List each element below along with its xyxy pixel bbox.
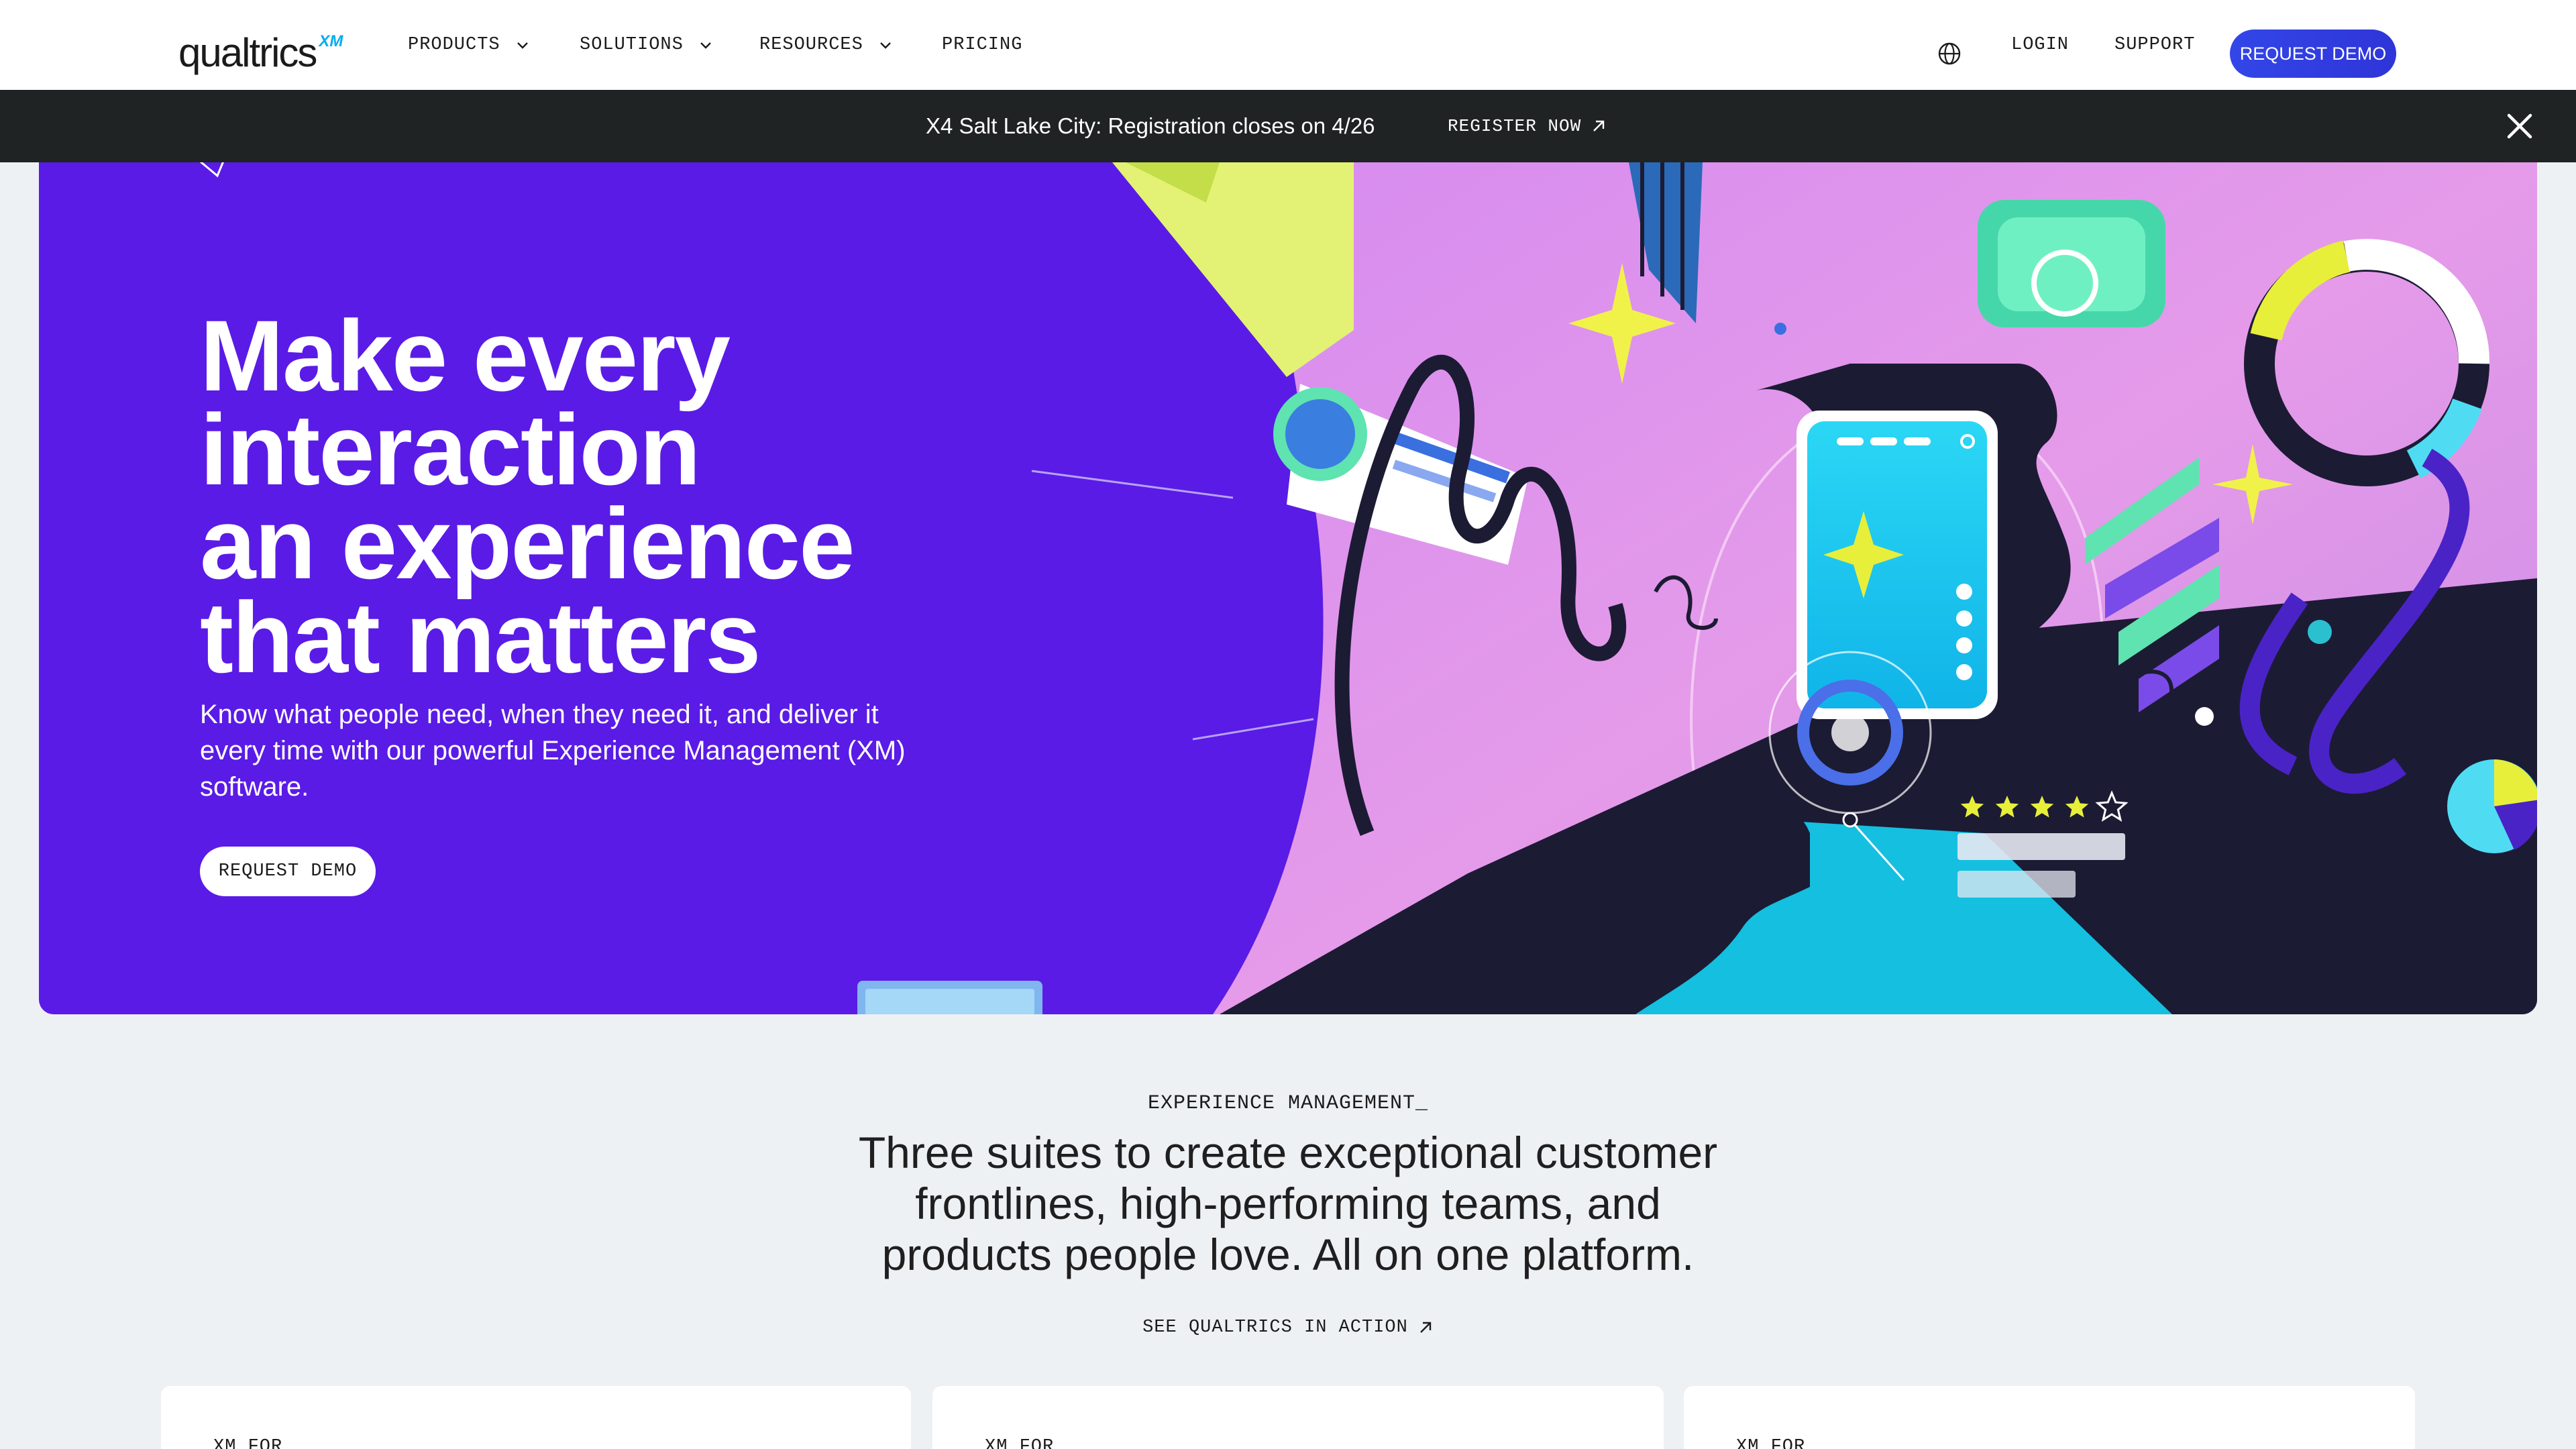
logo-xm-superscript: XM (319, 32, 343, 50)
suite-card-label: XM FOR (213, 1437, 283, 1449)
hero-banner: Make every interaction an experience tha… (39, 162, 2537, 1014)
suite-card-label: XM FOR (1736, 1437, 1806, 1449)
top-navigation: qualtrics XM PRODUCTS SOLUTIONS RESOURCE… (0, 0, 2576, 90)
suite-card-2[interactable]: XM FOR (932, 1386, 1664, 1449)
hero-subtitle: Know what people need, when they need it… (200, 700, 906, 802)
hero-title: Make every interaction an experience tha… (200, 299, 1072, 694)
arrow-up-right-icon (1593, 120, 1605, 131)
qualtrics-logo[interactable]: qualtrics XM (178, 30, 343, 76)
hero-title-line-3: an experience (200, 487, 855, 600)
nav-products[interactable]: PRODUCTS (408, 0, 530, 90)
suite-card-1[interactable]: XM FOR (161, 1386, 911, 1449)
nav-support[interactable]: SUPPORT (2114, 0, 2195, 90)
chevron-down-icon (700, 42, 711, 49)
globe-icon[interactable] (1937, 42, 1962, 66)
see-qualtrics-label: SEE QUALTRICS IN ACTION (1142, 1318, 1408, 1338)
close-icon[interactable] (2505, 111, 2534, 141)
register-now-link[interactable]: REGISTER NOW (1448, 90, 1607, 162)
request-demo-button[interactable]: REQUEST DEMO (2230, 30, 2396, 78)
arrow-up-right-icon (1419, 1322, 1432, 1333)
announcement-bar: X4 Salt Lake City: Registration closes o… (0, 90, 2576, 162)
nav-solutions[interactable]: SOLUTIONS (580, 0, 713, 90)
see-qualtrics-link[interactable]: SEE QUALTRICS IN ACTION (0, 1318, 2576, 1338)
nav-solutions-label: SOLUTIONS (580, 35, 684, 55)
hero-title-line-1: Make every (200, 299, 731, 412)
nav-products-label: PRODUCTS (408, 35, 500, 55)
section-eyebrow: EXPERIENCE MANAGEMENT_ (1147, 1092, 1429, 1115)
chevron-down-icon (879, 42, 891, 49)
nav-pricing-label: PRICING (942, 35, 1023, 55)
hero-title-line-4: that matters (200, 581, 761, 694)
nav-resources[interactable]: RESOURCES (759, 0, 893, 90)
chevron-down-icon (517, 42, 528, 49)
nav-pricing[interactable]: PRICING (942, 0, 1022, 90)
logo-wordmark: qualtrics (178, 30, 317, 75)
hero-title-line-2: interaction (200, 393, 701, 506)
register-now-label: REGISTER NOW (1448, 116, 1582, 136)
hero-request-demo-button[interactable]: REQUEST DEMO (200, 847, 376, 896)
nav-resources-label: RESOURCES (759, 35, 863, 55)
suite-card-3[interactable]: XM FOR (1684, 1386, 2415, 1449)
section-heading: Three suites to create exceptional custo… (858, 1128, 1718, 1279)
nav-login[interactable]: LOGIN (2011, 0, 2069, 90)
announcement-text: X4 Salt Lake City: Registration closes o… (926, 113, 1375, 138)
suite-card-label: XM FOR (985, 1437, 1055, 1449)
